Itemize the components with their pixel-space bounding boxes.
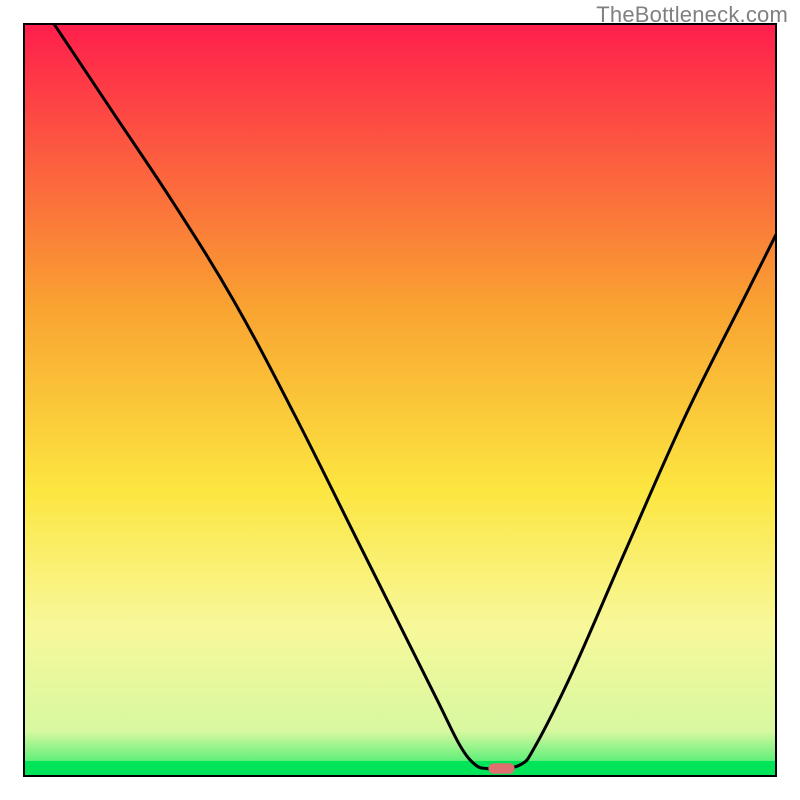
watermark-text: TheBottleneck.com bbox=[596, 2, 788, 28]
chart-container: TheBottleneck.com bbox=[0, 0, 800, 800]
green-band bbox=[24, 761, 776, 776]
optimum-marker bbox=[488, 763, 514, 774]
plot-area bbox=[24, 24, 776, 776]
chart-svg bbox=[0, 0, 800, 800]
gradient-background bbox=[24, 24, 776, 776]
